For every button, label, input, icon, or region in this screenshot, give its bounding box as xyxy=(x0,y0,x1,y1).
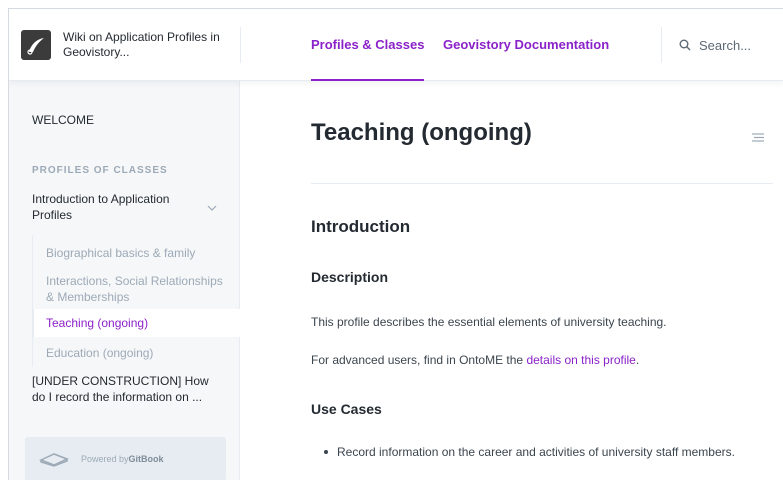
sidebar-item-welcome[interactable]: WELCOME xyxy=(32,113,263,127)
page-title: Teaching (ongoing) xyxy=(311,119,532,146)
sidebar-item-education[interactable]: Education (ongoing) xyxy=(46,345,231,361)
sidebar-item-introduction[interactable]: Introduction to Application Profiles xyxy=(32,191,202,223)
heading-use-cases: Use Cases xyxy=(311,401,382,417)
chevron-down-icon[interactable] xyxy=(207,205,217,211)
site-title: Wiki on Application Profiles in Geovisto… xyxy=(63,30,220,59)
advanced-suffix: . xyxy=(635,353,640,367)
gitbook-logo-icon xyxy=(39,453,69,467)
table-of-contents-icon[interactable] xyxy=(752,133,764,142)
subitem-guide-line xyxy=(32,235,33,367)
advanced-prefix: For advanced users, find in OntoME the xyxy=(311,353,527,367)
title-divider xyxy=(311,183,773,184)
sidebar-section-title: PROFILES OF CLASSES xyxy=(32,165,168,176)
search-divider xyxy=(661,27,662,63)
site-logo-icon xyxy=(21,30,51,60)
description-paragraph: This profile describes the essential ele… xyxy=(311,315,667,329)
main-content: Teaching (ongoing) Introduction Descript… xyxy=(240,81,783,480)
top-header: Wiki on Application Profiles in Geovisto… xyxy=(9,9,783,81)
sidebar-item-under-construction[interactable]: [UNDER CONSTRUCTION] How do I record the… xyxy=(32,373,222,405)
bullet-dot xyxy=(324,449,328,454)
nav-tab-geovistory-documentation[interactable]: Geovistory Documentation xyxy=(443,9,609,81)
profile-details-link[interactable]: details on this profile xyxy=(526,353,635,367)
sidebar-item-interactions[interactable]: Interactions, Social Relationships & Mem… xyxy=(46,273,231,305)
sidebar: WELCOME PROFILES OF CLASSES Introduction… xyxy=(9,81,240,480)
heading-description: Description xyxy=(311,269,389,285)
powered-by-gitbook[interactable]: Powered by GitBook xyxy=(25,437,226,480)
use-case-text: Record information on the career and act… xyxy=(337,445,735,459)
sidebar-item-biographical[interactable]: Biographical basics & family xyxy=(46,245,231,261)
site-brand[interactable]: Wiki on Application Profiles in Geovisto… xyxy=(9,9,240,81)
search-placeholder: Search... xyxy=(699,37,752,53)
sidebar-item-teaching[interactable]: Teaching (ongoing) xyxy=(46,315,231,331)
search-icon xyxy=(679,39,691,51)
list-item: Record information on the career and act… xyxy=(324,445,735,459)
nav-tab-profiles-classes[interactable]: Profiles & Classes xyxy=(311,9,425,81)
heading-introduction: Introduction xyxy=(311,217,411,236)
powered-brand: GitBook xyxy=(128,454,164,464)
powered-prefix: Powered by xyxy=(81,454,129,464)
app-window: Wiki on Application Profiles in Geovisto… xyxy=(8,8,783,480)
header-divider xyxy=(240,27,241,63)
advanced-users-paragraph: For advanced users, find in OntoME the d… xyxy=(311,353,639,367)
search-input[interactable]: Search... xyxy=(679,9,751,81)
